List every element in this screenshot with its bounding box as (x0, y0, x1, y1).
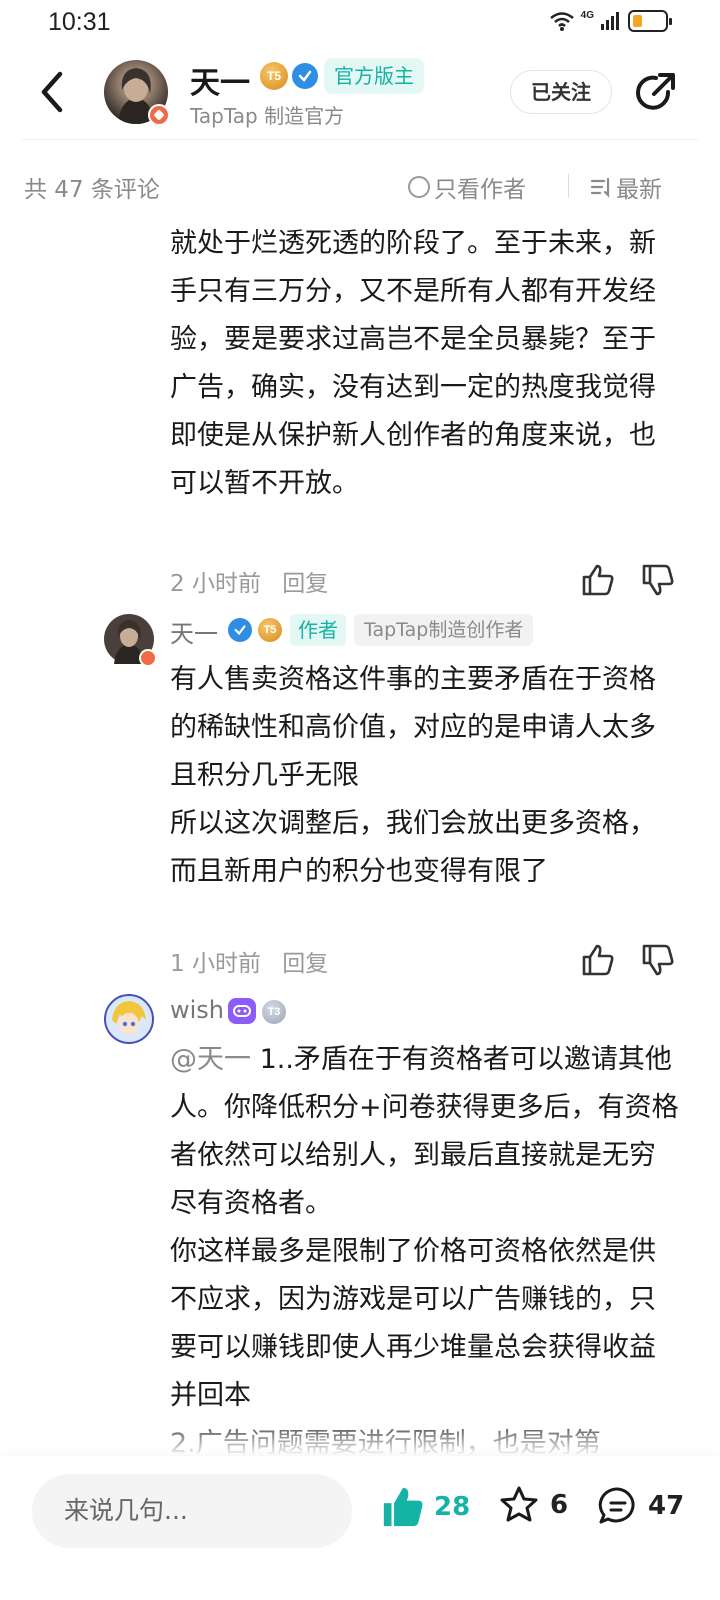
comment-input[interactable]: 来说几句... (32, 1474, 352, 1548)
status-bar: 10:31 4G (0, 0, 720, 46)
divider (568, 174, 569, 198)
gamepad-badge-icon (228, 998, 256, 1024)
creator-badge-icon (148, 104, 170, 126)
thumbs-up-icon (582, 564, 614, 596)
comment-bubble-icon (598, 1487, 635, 1524)
like-button[interactable] (580, 562, 616, 598)
share-icon (636, 73, 675, 110)
author-avatar[interactable] (104, 60, 170, 126)
favorite-count: 6 (550, 1490, 569, 1520)
reply-avatar[interactable] (104, 614, 157, 667)
post-like-button[interactable]: 28 (380, 1484, 470, 1530)
only-author-label: 只看作者 (434, 177, 526, 203)
like-button[interactable] (580, 942, 616, 978)
bottom-action-bar: 来说几句... 28 6 47 (0, 1456, 720, 1600)
comments-button[interactable]: 47 (596, 1484, 684, 1528)
sort-button[interactable]: 最新 (590, 170, 662, 204)
official-moderator-tag: 官方版主 (324, 58, 424, 94)
comment-text: 就处于烂透死透的阶段了。至于未来，新手只有三万分，又不是所有人都有开发经验，要是… (170, 228, 656, 499)
sort-label: 最新 (616, 177, 662, 203)
reply-button[interactable]: 回复 (282, 951, 328, 977)
creator-tag: TapTap制造创作者 (354, 614, 534, 646)
thumbs-up-filled-icon (383, 1487, 423, 1527)
comment-count-label: 共 47 条评论 (24, 177, 160, 203)
header-divider (22, 139, 698, 140)
thumbs-up-icon (582, 944, 614, 976)
verified-icon (292, 63, 318, 89)
signal-icon (601, 12, 619, 30)
like-count: 28 (434, 1492, 471, 1522)
star-icon (500, 1486, 538, 1522)
reply-time: 1 小时前 (170, 951, 261, 977)
network-type: 4G (580, 10, 594, 21)
status-icons: 4G (549, 10, 672, 32)
chevron-left-icon (41, 71, 63, 113)
author-name[interactable]: 天一 (190, 58, 250, 102)
author-tag: 作者 (290, 614, 346, 646)
reply-author-name[interactable]: wish (170, 996, 224, 1024)
battery-icon (628, 10, 672, 32)
reply-text: @天一 1..矛盾在于有资格者可以邀请其他人。你降低积分+问卷获得更多后，有资格… (170, 1036, 680, 1468)
status-time: 10:31 (48, 8, 111, 36)
radio-icon (408, 176, 430, 198)
comment-time: 2 小时前 (170, 571, 261, 597)
comment-total: 47 (648, 1491, 685, 1521)
only-author-toggle[interactable]: 只看作者 (408, 170, 526, 204)
content-fade (0, 1416, 720, 1456)
level-badge-icon: T5 (258, 618, 282, 642)
reply-button[interactable]: 回复 (282, 571, 328, 597)
reply-text: 有人售卖资格这件事的主要矛盾在于资格的稀缺性和高价值，对应的是申请人太多且积分几… (170, 664, 656, 887)
level-badge-icon: T5 (260, 62, 288, 90)
level-badge-icon: T3 (262, 1000, 286, 1024)
creator-badge-icon (139, 649, 157, 667)
author-subtitle: TapTap 制造官方 (190, 104, 345, 128)
sort-icon (590, 177, 610, 198)
post-header: 天一 T5 官方版主 TapTap 制造官方 已关注 (0, 50, 720, 140)
dislike-button[interactable] (640, 942, 676, 978)
reply-author-name[interactable]: 天一 (170, 614, 218, 649)
follow-button[interactable]: 已关注 (510, 70, 612, 114)
dislike-button[interactable] (640, 562, 676, 598)
wifi-icon (549, 12, 574, 31)
reply-avatar[interactable] (104, 994, 154, 1044)
mention-link[interactable]: @天一 (170, 1044, 251, 1075)
battery-level (633, 15, 642, 27)
reply-body: 1..矛盾在于有资格者可以邀请其他人。你降低积分+问卷获得更多后，有资格者依然可… (170, 1044, 679, 1459)
back-button[interactable] (32, 68, 72, 116)
share-button[interactable] (632, 70, 678, 116)
reply-meta: 1 小时前 回复 (170, 944, 328, 978)
thumbs-down-icon (642, 944, 674, 976)
comment-filter-bar: 共 47 条评论 只看作者 最新 (0, 150, 720, 222)
verified-icon (228, 618, 252, 642)
comment-meta: 2 小时前 回复 (170, 564, 328, 598)
favorite-button[interactable]: 6 (498, 1484, 568, 1526)
thumbs-down-icon (642, 564, 674, 596)
